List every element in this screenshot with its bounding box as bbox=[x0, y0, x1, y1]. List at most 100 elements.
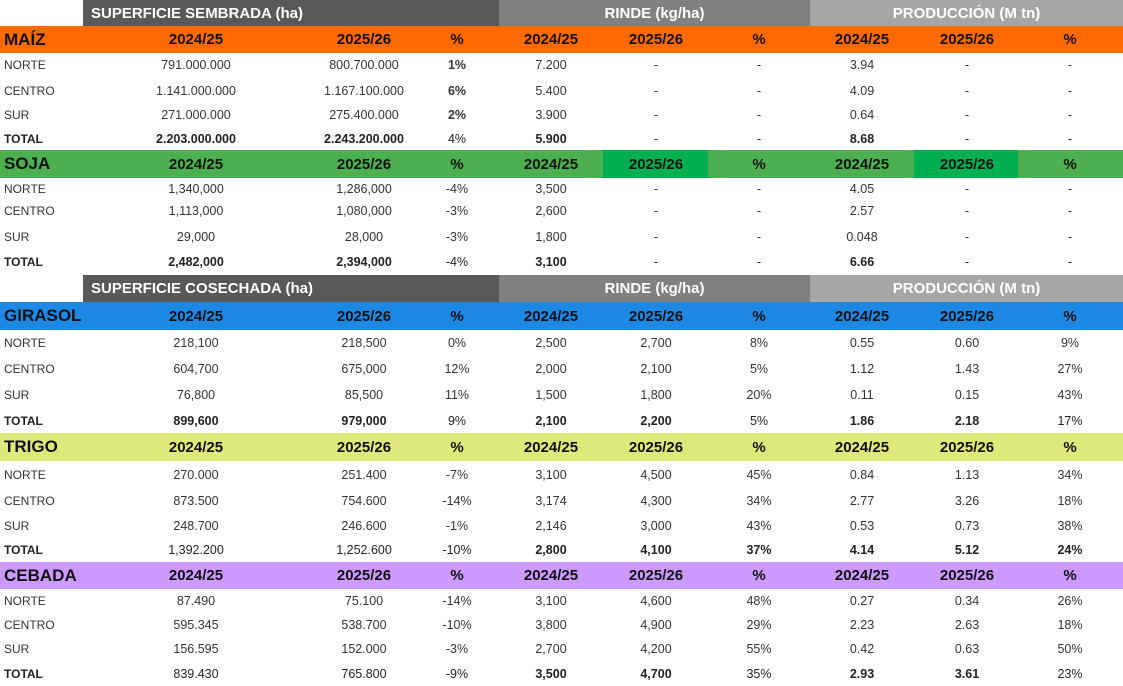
value-cell: 37% bbox=[746, 543, 772, 557]
value-cell: 4,500 bbox=[640, 467, 672, 482]
value-cell: 2.63 bbox=[954, 618, 980, 632]
crop-header-trigo: TRIGO 2024/25 2025/26% 2024/25 2025/26% 2024/… bbox=[0, 433, 1123, 461]
value-cell: 873.500 bbox=[173, 493, 219, 508]
value-cell: - bbox=[964, 255, 970, 269]
value-cell: 3,500 bbox=[535, 666, 567, 681]
column-header: % bbox=[450, 307, 464, 325]
crop-estimates-sheet: SUPERFICIE SEMBRADA (ha) RINDE (kg/ha) PRO… bbox=[0, 0, 1123, 686]
region-label: NORTE bbox=[4, 58, 46, 72]
value-cell: 1% bbox=[447, 58, 467, 72]
column-header: 2025/26 bbox=[628, 155, 684, 173]
value-cell: 1.167.100.000 bbox=[324, 83, 404, 98]
column-header: % bbox=[1063, 307, 1077, 325]
column-header: % bbox=[450, 155, 464, 173]
rinde-header: RINDE (kg/ha) bbox=[499, 275, 810, 302]
value-cell: 6.66 bbox=[849, 255, 875, 269]
total-row: TOTAL 839.430 765.800 -9% 3,500 4,700 35% 2.93 3… bbox=[0, 661, 1123, 686]
region-label: NORTE bbox=[4, 594, 46, 608]
value-cell: 275.400.000 bbox=[329, 108, 399, 122]
table-row: SUR 156.595 152.000 -3% 2,700 4,200 55% 0.42 0.6… bbox=[0, 637, 1123, 661]
value-cell: 3,100 bbox=[535, 594, 567, 608]
column-header: 2024/25 bbox=[168, 307, 224, 325]
value-cell: 55% bbox=[746, 642, 772, 656]
crop-name: CEBADA bbox=[4, 565, 77, 585]
table-row: SUR 271.000.000 275.400.000 2% 3.900 - - 0.64 - - bbox=[0, 103, 1123, 127]
table-row: NORTE 1,340,000 1,286,000 -4% 3,500 - - 4.05 - - bbox=[0, 178, 1123, 199]
region-label: TOTAL bbox=[4, 131, 43, 146]
value-cell: 2,146 bbox=[535, 518, 567, 533]
value-cell: 218,100 bbox=[173, 336, 219, 350]
region-label: CENTRO bbox=[4, 618, 55, 632]
value-cell: 3,100 bbox=[535, 255, 567, 269]
crop-header-maiz: MAÍZ 2024/25 2025/26% 2024/25 2025/26% 2024/2… bbox=[0, 26, 1123, 53]
table-row: CENTRO 1.141.000.000 1.167.100.000 6% 5.400 -… bbox=[0, 78, 1123, 103]
value-cell: 26% bbox=[1057, 594, 1083, 608]
value-cell: 2,100 bbox=[640, 361, 672, 376]
column-header: % bbox=[1063, 155, 1077, 173]
value-cell: 1,800 bbox=[640, 388, 672, 402]
value-cell: 50% bbox=[1057, 642, 1083, 656]
value-cell: -10% bbox=[442, 618, 472, 632]
value-cell: - bbox=[653, 108, 659, 122]
column-header: 2025/26 bbox=[336, 567, 392, 584]
column-header: 2024/25 bbox=[523, 567, 579, 584]
value-cell: 2,600 bbox=[535, 203, 567, 218]
value-cell: 0.27 bbox=[849, 594, 875, 608]
value-cell: 156.595 bbox=[173, 642, 219, 656]
value-cell: 2,700 bbox=[640, 336, 672, 350]
value-cell: 754.600 bbox=[341, 493, 387, 508]
crop-name: GIRASOL bbox=[4, 306, 82, 325]
value-cell: 2,100 bbox=[535, 413, 567, 428]
value-cell: - bbox=[756, 58, 762, 72]
value-cell: 12% bbox=[444, 361, 470, 376]
value-cell: 5.12 bbox=[954, 543, 980, 557]
table-row: NORTE 791.000.000 800.700.000 1% 7.200 - - 3.94… bbox=[0, 53, 1123, 77]
value-cell: - bbox=[964, 203, 970, 218]
column-header: 2025/26 bbox=[628, 307, 684, 325]
region-label: NORTE bbox=[4, 336, 46, 350]
table-row: CENTRO 604,700 675,000 12% 2,000 2,100 5% 1.12 1… bbox=[0, 356, 1123, 381]
column-header: % bbox=[752, 307, 766, 325]
value-cell: 0.63 bbox=[954, 642, 980, 656]
table-row: CENTRO 873.500 754.600 -14% 3,174 4,300 34% 2.7… bbox=[0, 488, 1123, 513]
table-row: CENTRO 1,113,000 1,080,000 -3% 2,600 - - 2.57 - - bbox=[0, 199, 1123, 222]
value-cell: 4.14 bbox=[849, 543, 875, 557]
value-cell: 4,100 bbox=[640, 543, 672, 557]
value-cell: 800.700.000 bbox=[329, 58, 399, 72]
value-cell: - bbox=[1067, 58, 1073, 72]
value-cell: 76,800 bbox=[176, 388, 216, 402]
value-cell: -3% bbox=[445, 642, 469, 656]
value-cell: 248.700 bbox=[173, 518, 219, 533]
total-row: TOTAL 1,392.200 1,252.600 -10% 2,800 4,100 37%… bbox=[0, 538, 1123, 562]
value-cell: - bbox=[964, 58, 970, 72]
value-cell: 34% bbox=[746, 493, 772, 508]
region-label: CENTRO bbox=[4, 361, 55, 376]
value-cell: 35% bbox=[746, 666, 772, 681]
value-cell: - bbox=[1067, 203, 1073, 218]
region-label: NORTE bbox=[4, 467, 46, 482]
total-row: TOTAL 899,600 979,000 9% 2,100 2,200 5% 1.86 2.1… bbox=[0, 408, 1123, 433]
column-header: % bbox=[450, 31, 464, 48]
column-header: 2025/26 bbox=[939, 307, 995, 325]
region-label: SUR bbox=[4, 108, 30, 122]
value-cell: 24% bbox=[1057, 543, 1083, 557]
region-label: SUR bbox=[4, 642, 30, 656]
column-header: 2024/25 bbox=[168, 438, 224, 456]
section-header-row: SUPERFICIE SEMBRADA (ha) RINDE (kg/ha) PRO… bbox=[0, 0, 1123, 26]
value-cell: 2,800 bbox=[535, 543, 567, 557]
value-cell: 2,394,000 bbox=[336, 255, 392, 269]
column-header: 2025/26 bbox=[336, 307, 392, 325]
value-cell: 765.800 bbox=[341, 666, 387, 681]
value-cell: 3.94 bbox=[849, 58, 875, 72]
value-cell: 1,286,000 bbox=[336, 181, 392, 196]
value-cell: 3.900 bbox=[535, 108, 567, 122]
section-title: SUPERFICIE SEMBRADA (ha) bbox=[83, 0, 499, 26]
value-cell: - bbox=[1067, 229, 1073, 244]
value-cell: 8% bbox=[749, 336, 769, 350]
value-cell: 45% bbox=[746, 467, 772, 482]
crop-header-girasol: GIRASOL 2024/25 2025/26% 2024/25 2025/26% 202… bbox=[0, 302, 1123, 330]
value-cell: 3,100 bbox=[535, 467, 567, 482]
value-cell: 218,500 bbox=[341, 336, 387, 350]
value-cell: 0.73 bbox=[954, 518, 980, 533]
value-cell: 3.61 bbox=[954, 666, 980, 681]
